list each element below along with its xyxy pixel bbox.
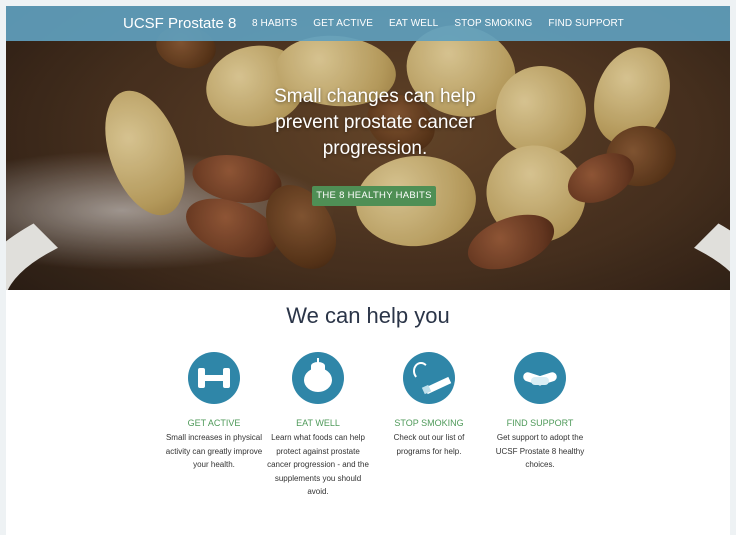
cigarette-icon[interactable] bbox=[403, 352, 455, 404]
nav-links: 8 HABITS GET ACTIVE EAT WELL STOP SMOKIN… bbox=[252, 18, 640, 29]
healthy-habits-button[interactable]: THE 8 HEALTHY HABITS bbox=[312, 186, 436, 206]
feature-text-eat-well: Learn what foods can help protect agains… bbox=[267, 433, 369, 496]
feature-heading-get-active[interactable]: GET ACTIVE bbox=[162, 418, 266, 428]
nav-link-eat-well[interactable]: EAT WELL bbox=[389, 18, 438, 29]
feature-text-find-support: Get support to adopt the UCSF Prostate 8… bbox=[495, 433, 585, 469]
feature-text-get-active: Small increases in physical activity can… bbox=[165, 433, 263, 469]
hero-headline: Small changes can help prevent prostate … bbox=[274, 86, 476, 159]
top-navbar: UCSF Prostate 8 8 HABITS GET ACTIVE EAT … bbox=[6, 6, 730, 41]
nav-link-8-habits[interactable]: 8 HABITS bbox=[252, 18, 297, 29]
feature-find-support: FIND SUPPORT Get support to adopt the UC… bbox=[488, 352, 592, 472]
feature-heading-find-support[interactable]: FIND SUPPORT bbox=[488, 418, 592, 428]
handshake-icon[interactable] bbox=[514, 352, 566, 404]
feature-stop-smoking: STOP SMOKING Check out our list of progr… bbox=[377, 352, 481, 458]
feature-eat-well: EAT WELL Learn what foods can help prote… bbox=[266, 352, 370, 499]
nav-link-get-active[interactable]: GET ACTIVE bbox=[313, 18, 373, 29]
help-section-title: We can help you bbox=[286, 303, 450, 328]
brand-logo-link[interactable]: UCSF Prostate 8 bbox=[123, 15, 236, 32]
feature-heading-eat-well[interactable]: EAT WELL bbox=[266, 418, 370, 428]
tomato-icon[interactable] bbox=[292, 352, 344, 404]
feature-heading-stop-smoking[interactable]: STOP SMOKING bbox=[377, 418, 481, 428]
page: Small changes can help prevent prostate … bbox=[6, 6, 730, 535]
feature-text-stop-smoking: Check out our list of programs for help. bbox=[393, 433, 465, 456]
nav-link-stop-smoking[interactable]: STOP SMOKING bbox=[454, 18, 532, 29]
nav-link-find-support[interactable]: FIND SUPPORT bbox=[548, 18, 623, 29]
dumbbell-icon[interactable] bbox=[188, 352, 240, 404]
feature-get-active: GET ACTIVE Small increases in physical a… bbox=[162, 352, 266, 472]
hero-section: Small changes can help prevent prostate … bbox=[6, 6, 730, 290]
